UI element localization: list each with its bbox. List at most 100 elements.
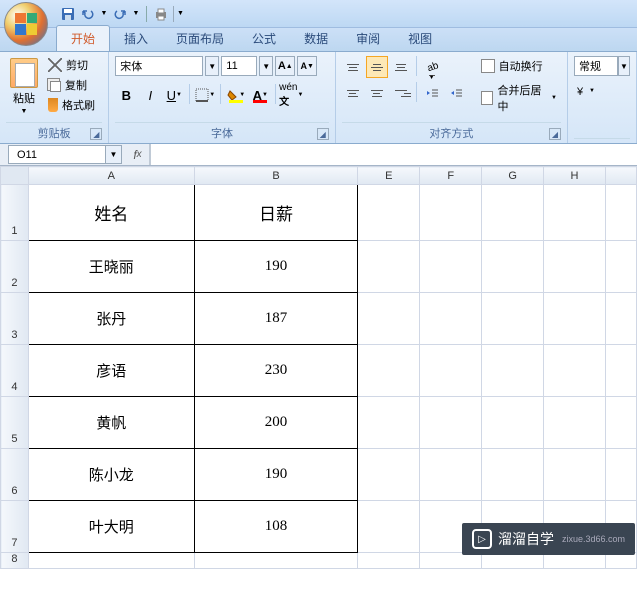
number-format-dropdown[interactable]: ▼	[618, 56, 630, 76]
qat-undo-dropdown[interactable]: ▼	[100, 6, 108, 22]
format-painter-button[interactable]: 格式刷	[46, 96, 97, 114]
cell-A5[interactable]: 黄帆	[28, 397, 194, 449]
copy-icon	[50, 81, 61, 92]
row-header-2[interactable]: 2	[1, 241, 29, 293]
align-left-button[interactable]	[342, 82, 364, 104]
font-color-button[interactable]: A▼	[249, 84, 271, 106]
cell-B4[interactable]: 230	[194, 345, 358, 397]
select-all-corner[interactable]	[1, 167, 29, 185]
cut-button[interactable]: 剪切	[46, 56, 97, 74]
cell-B6[interactable]: 190	[194, 449, 358, 501]
name-box[interactable]: O11	[8, 145, 106, 164]
wrap-text-button[interactable]: 自动换行	[477, 56, 561, 76]
row-header-8[interactable]: 8	[1, 553, 29, 569]
cell-A7[interactable]: 叶大明	[28, 501, 194, 553]
cell-A3[interactable]: 张丹	[28, 293, 194, 345]
cell-B7[interactable]: 108	[194, 501, 358, 553]
row-header-6[interactable]: 6	[1, 449, 29, 501]
underline-button[interactable]: U▼	[163, 84, 185, 106]
italic-button[interactable]: I	[139, 84, 161, 106]
row-header-1[interactable]: 1	[1, 185, 29, 241]
bold-button[interactable]: B	[115, 84, 137, 106]
qat-save-button[interactable]	[60, 6, 76, 22]
office-button[interactable]	[4, 2, 48, 46]
paste-icon	[10, 58, 38, 88]
align-center-button[interactable]	[366, 82, 388, 104]
cell-B5[interactable]: 200	[194, 397, 358, 449]
spreadsheet-grid[interactable]: A B E F G H 1 姓名 日薪 2 王晓丽 190 3 张丹 187 4…	[0, 166, 637, 569]
qat-redo-dropdown[interactable]: ▼	[132, 6, 140, 22]
row-header-5[interactable]: 5	[1, 397, 29, 449]
qat-undo-button[interactable]	[80, 6, 96, 22]
fx-button[interactable]: fx	[126, 144, 150, 165]
cell-A6[interactable]: 陈小龙	[28, 449, 194, 501]
clipboard-dialog-launcher[interactable]: ◢	[90, 128, 102, 140]
name-box-dropdown[interactable]: ▼	[106, 145, 122, 164]
formula-bar[interactable]	[150, 144, 637, 165]
cell-A2[interactable]: 王晓丽	[28, 241, 194, 293]
phonetic-button[interactable]: wén文▼	[280, 84, 302, 106]
align-bottom-button[interactable]	[390, 56, 412, 78]
merge-center-button[interactable]: 合并后居中▼	[477, 80, 561, 116]
col-header-H[interactable]: H	[544, 167, 606, 185]
redo-icon	[113, 7, 127, 21]
decrease-font-button[interactable]: A▼	[297, 56, 317, 76]
align-right-button[interactable]	[390, 82, 412, 104]
fill-color-button[interactable]: ▼	[225, 84, 247, 106]
col-header-G[interactable]: G	[482, 167, 544, 185]
cell-B3[interactable]: 187	[194, 293, 358, 345]
merge-label: 合并后居中	[497, 82, 547, 114]
tab-view[interactable]: 视图	[394, 26, 446, 51]
watermark-url: zixue.3d66.com	[562, 534, 625, 544]
col-header-A[interactable]: A	[28, 167, 194, 185]
orientation-button[interactable]: ab▼	[421, 56, 443, 78]
tab-formulas[interactable]: 公式	[238, 26, 290, 51]
cell-G1[interactable]	[482, 185, 544, 241]
bucket-icon	[227, 89, 239, 101]
font-dialog-launcher[interactable]: ◢	[317, 128, 329, 140]
font-name-input[interactable]	[115, 56, 203, 76]
increase-indent-button[interactable]	[445, 82, 467, 104]
font-size-dropdown[interactable]: ▼	[259, 56, 273, 76]
number-format-select[interactable]	[574, 56, 618, 76]
alignment-dialog-launcher[interactable]: ◢	[549, 128, 561, 140]
decrease-indent-button[interactable]	[421, 82, 443, 104]
increase-font-button[interactable]: A▲	[275, 56, 295, 76]
cell-B1[interactable]: 日薪	[194, 185, 358, 241]
col-header-next[interactable]	[605, 167, 636, 185]
indent-icon	[449, 86, 463, 100]
qat-redo-button[interactable]	[112, 6, 128, 22]
tab-insert[interactable]: 插入	[110, 26, 162, 51]
font-size-input[interactable]	[221, 56, 257, 76]
cell-A1[interactable]: 姓名	[28, 185, 194, 241]
row-header-3[interactable]: 3	[1, 293, 29, 345]
cell-E1[interactable]	[358, 185, 420, 241]
cell-A4[interactable]: 彦语	[28, 345, 194, 397]
tab-pagelayout[interactable]: 页面布局	[162, 26, 238, 51]
font-name-dropdown[interactable]: ▼	[205, 56, 219, 76]
col-header-F[interactable]: F	[420, 167, 482, 185]
align-top-button[interactable]	[342, 56, 364, 78]
tab-data[interactable]: 数据	[290, 26, 342, 51]
currency-button[interactable]: ¥▼	[574, 80, 596, 102]
border-button[interactable]: ▼	[194, 84, 216, 106]
qat-quickprint-button[interactable]	[153, 6, 169, 22]
tab-review[interactable]: 审阅	[342, 26, 394, 51]
align-middle-button[interactable]	[366, 56, 388, 78]
office-logo-icon	[15, 13, 37, 35]
cell-F1[interactable]	[420, 185, 482, 241]
paste-button[interactable]: 粘贴 ▼	[6, 56, 42, 120]
currency-icon: ¥	[575, 84, 589, 98]
row-header-4[interactable]: 4	[1, 345, 29, 397]
cut-label: 剪切	[66, 57, 88, 73]
copy-label: 复制	[65, 77, 87, 93]
col-header-E[interactable]: E	[358, 167, 420, 185]
cell-B2[interactable]: 190	[194, 241, 358, 293]
qat-customize-dropdown[interactable]: ▼	[173, 6, 185, 22]
col-header-B[interactable]: B	[194, 167, 358, 185]
cell-H1[interactable]	[544, 185, 606, 241]
copy-button[interactable]: 复制	[46, 76, 97, 94]
outdent-icon	[425, 86, 439, 100]
row-header-7[interactable]: 7	[1, 501, 29, 553]
tab-home[interactable]: 开始	[56, 25, 110, 51]
